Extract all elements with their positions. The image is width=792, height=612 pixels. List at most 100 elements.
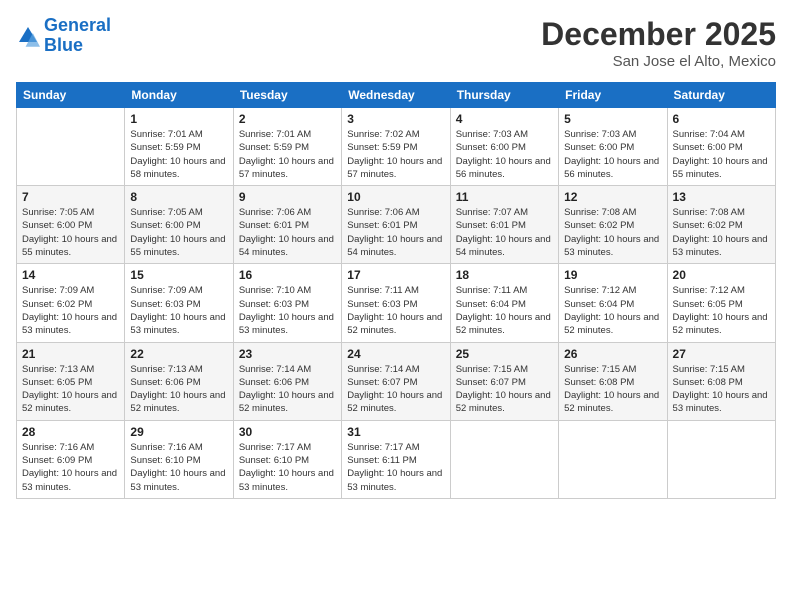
- day-info: Sunrise: 7:05 AMSunset: 6:00 PMDaylight:…: [22, 206, 119, 259]
- location-subtitle: San Jose el Alto, Mexico: [541, 53, 776, 70]
- day-info: Sunrise: 7:12 AMSunset: 6:04 PMDaylight:…: [564, 284, 661, 337]
- calendar-week-row: 1Sunrise: 7:01 AMSunset: 5:59 PMDaylight…: [17, 108, 776, 186]
- day-info: Sunrise: 7:01 AMSunset: 5:59 PMDaylight:…: [239, 128, 336, 181]
- calendar-day-cell: 4 Sunrise: 7:03 AMSunset: 6:00 PMDaylight…: [450, 108, 558, 186]
- day-info: Sunrise: 7:09 AMSunset: 6:02 PMDaylight:…: [22, 284, 119, 337]
- day-number: 18: [456, 268, 553, 282]
- day-info: Sunrise: 7:04 AMSunset: 6:00 PMDaylight:…: [673, 128, 770, 181]
- day-number: 9: [239, 190, 336, 204]
- day-number: 17: [347, 268, 444, 282]
- day-number: 13: [673, 190, 770, 204]
- weekday-header: Monday: [125, 83, 233, 108]
- day-info: Sunrise: 7:06 AMSunset: 6:01 PMDaylight:…: [239, 206, 336, 259]
- calendar-day-cell: 1Sunrise: 7:01 AMSunset: 5:59 PMDaylight…: [125, 108, 233, 186]
- day-info: Sunrise: 7:03 AMSunset: 6:00 PMDaylight:…: [564, 128, 661, 181]
- day-info: Sunrise: 7:06 AMSunset: 6:01 PMDaylight:…: [347, 206, 444, 259]
- day-number: 19: [564, 268, 661, 282]
- page-header: General Blue December 2025 San Jose el A…: [16, 16, 776, 70]
- calendar-day-cell: 31 Sunrise: 7:17 AMSunset: 6:11 PMDayligh…: [342, 420, 450, 498]
- day-number: 11: [456, 190, 553, 204]
- day-info: Sunrise: 7:08 AMSunset: 6:02 PMDaylight:…: [564, 206, 661, 259]
- day-number: 30: [239, 425, 336, 439]
- weekday-header: Sunday: [17, 83, 125, 108]
- weekday-header: Wednesday: [342, 83, 450, 108]
- day-info: Sunrise: 7:17 AMSunset: 6:11 PMDaylight:…: [347, 441, 444, 494]
- day-info: Sunrise: 7:15 AMSunset: 6:08 PMDaylight:…: [673, 363, 770, 416]
- calendar-day-cell: 19 Sunrise: 7:12 AMSunset: 6:04 PMDayligh…: [559, 264, 667, 342]
- calendar-day-cell: 26 Sunrise: 7:15 AMSunset: 6:08 PMDayligh…: [559, 342, 667, 420]
- day-number: 7: [22, 190, 119, 204]
- day-info: Sunrise: 7:14 AMSunset: 6:07 PMDaylight:…: [347, 363, 444, 416]
- weekday-header: Saturday: [667, 83, 775, 108]
- day-info: Sunrise: 7:11 AMSunset: 6:04 PMDaylight:…: [456, 284, 553, 337]
- day-info: Sunrise: 7:01 AMSunset: 5:59 PMDaylight:…: [130, 128, 227, 181]
- month-title: December 2025: [541, 16, 776, 53]
- calendar-day-cell: 18 Sunrise: 7:11 AMSunset: 6:04 PMDayligh…: [450, 264, 558, 342]
- day-number: 24: [347, 347, 444, 361]
- calendar-day-cell: 21 Sunrise: 7:13 AMSunset: 6:05 PMDayligh…: [17, 342, 125, 420]
- day-info: Sunrise: 7:03 AMSunset: 6:00 PMDaylight:…: [456, 128, 553, 181]
- calendar-day-cell: [17, 108, 125, 186]
- calendar-day-cell: [559, 420, 667, 498]
- calendar-day-cell: [450, 420, 558, 498]
- calendar-day-cell: [667, 420, 775, 498]
- calendar-table: SundayMondayTuesdayWednesdayThursdayFrid…: [16, 82, 776, 499]
- logo: General Blue: [16, 16, 111, 56]
- calendar-day-cell: 10 Sunrise: 7:06 AMSunset: 6:01 PMDayligh…: [342, 186, 450, 264]
- weekday-header: Thursday: [450, 83, 558, 108]
- day-number: 3: [347, 112, 444, 126]
- calendar-day-cell: 24 Sunrise: 7:14 AMSunset: 6:07 PMDayligh…: [342, 342, 450, 420]
- calendar-day-cell: 6Sunrise: 7:04 AMSunset: 6:00 PMDaylight…: [667, 108, 775, 186]
- day-number: 8: [130, 190, 227, 204]
- day-number: 20: [673, 268, 770, 282]
- day-number: 25: [456, 347, 553, 361]
- day-info: Sunrise: 7:02 AMSunset: 5:59 PMDaylight:…: [347, 128, 444, 181]
- day-info: Sunrise: 7:16 AMSunset: 6:09 PMDaylight:…: [22, 441, 119, 494]
- day-info: Sunrise: 7:08 AMSunset: 6:02 PMDaylight:…: [673, 206, 770, 259]
- calendar-day-cell: 20 Sunrise: 7:12 AMSunset: 6:05 PMDayligh…: [667, 264, 775, 342]
- day-number: 31: [347, 425, 444, 439]
- logo-icon: [16, 24, 40, 48]
- title-block: December 2025 San Jose el Alto, Mexico: [541, 16, 776, 70]
- calendar-week-row: 7 Sunrise: 7:05 AMSunset: 6:00 PMDaylight…: [17, 186, 776, 264]
- day-info: Sunrise: 7:16 AMSunset: 6:10 PMDaylight:…: [130, 441, 227, 494]
- day-number: 29: [130, 425, 227, 439]
- calendar-day-cell: 14Sunrise: 7:09 AMSunset: 6:02 PMDayligh…: [17, 264, 125, 342]
- day-number: 10: [347, 190, 444, 204]
- calendar-day-cell: 11 Sunrise: 7:07 AMSunset: 6:01 PMDayligh…: [450, 186, 558, 264]
- calendar-day-cell: 2 Sunrise: 7:01 AMSunset: 5:59 PMDaylight…: [233, 108, 341, 186]
- day-number: 26: [564, 347, 661, 361]
- calendar-day-cell: 28 Sunrise: 7:16 AMSunset: 6:09 PMDayligh…: [17, 420, 125, 498]
- calendar-day-cell: 13 Sunrise: 7:08 AMSunset: 6:02 PMDayligh…: [667, 186, 775, 264]
- day-info: Sunrise: 7:15 AMSunset: 6:08 PMDaylight:…: [564, 363, 661, 416]
- calendar-day-cell: 3 Sunrise: 7:02 AMSunset: 5:59 PMDaylight…: [342, 108, 450, 186]
- day-number: 2: [239, 112, 336, 126]
- day-info: Sunrise: 7:11 AMSunset: 6:03 PMDaylight:…: [347, 284, 444, 337]
- calendar-header-row: SundayMondayTuesdayWednesdayThursdayFrid…: [17, 83, 776, 108]
- day-info: Sunrise: 7:13 AMSunset: 6:05 PMDaylight:…: [22, 363, 119, 416]
- day-number: 16: [239, 268, 336, 282]
- day-info: Sunrise: 7:12 AMSunset: 6:05 PMDaylight:…: [673, 284, 770, 337]
- day-number: 12: [564, 190, 661, 204]
- day-number: 4: [456, 112, 553, 126]
- calendar-day-cell: 15Sunrise: 7:09 AMSunset: 6:03 PMDayligh…: [125, 264, 233, 342]
- day-number: 27: [673, 347, 770, 361]
- day-info: Sunrise: 7:07 AMSunset: 6:01 PMDaylight:…: [456, 206, 553, 259]
- day-info: Sunrise: 7:09 AMSunset: 6:03 PMDaylight:…: [130, 284, 227, 337]
- day-info: Sunrise: 7:13 AMSunset: 6:06 PMDaylight:…: [130, 363, 227, 416]
- day-number: 21: [22, 347, 119, 361]
- calendar-day-cell: 8Sunrise: 7:05 AMSunset: 6:00 PMDaylight…: [125, 186, 233, 264]
- calendar-day-cell: 22 Sunrise: 7:13 AMSunset: 6:06 PMDayligh…: [125, 342, 233, 420]
- day-info: Sunrise: 7:17 AMSunset: 6:10 PMDaylight:…: [239, 441, 336, 494]
- calendar-day-cell: 16 Sunrise: 7:10 AMSunset: 6:03 PMDayligh…: [233, 264, 341, 342]
- calendar-day-cell: 9 Sunrise: 7:06 AMSunset: 6:01 PMDaylight…: [233, 186, 341, 264]
- calendar-week-row: 14Sunrise: 7:09 AMSunset: 6:02 PMDayligh…: [17, 264, 776, 342]
- calendar-day-cell: 7 Sunrise: 7:05 AMSunset: 6:00 PMDaylight…: [17, 186, 125, 264]
- calendar-day-cell: 29 Sunrise: 7:16 AMSunset: 6:10 PMDayligh…: [125, 420, 233, 498]
- calendar-day-cell: 25Sunrise: 7:15 AMSunset: 6:07 PMDayligh…: [450, 342, 558, 420]
- calendar-day-cell: 30 Sunrise: 7:17 AMSunset: 6:10 PMDayligh…: [233, 420, 341, 498]
- day-number: 22: [130, 347, 227, 361]
- day-info: Sunrise: 7:10 AMSunset: 6:03 PMDaylight:…: [239, 284, 336, 337]
- day-number: 28: [22, 425, 119, 439]
- day-number: 5: [564, 112, 661, 126]
